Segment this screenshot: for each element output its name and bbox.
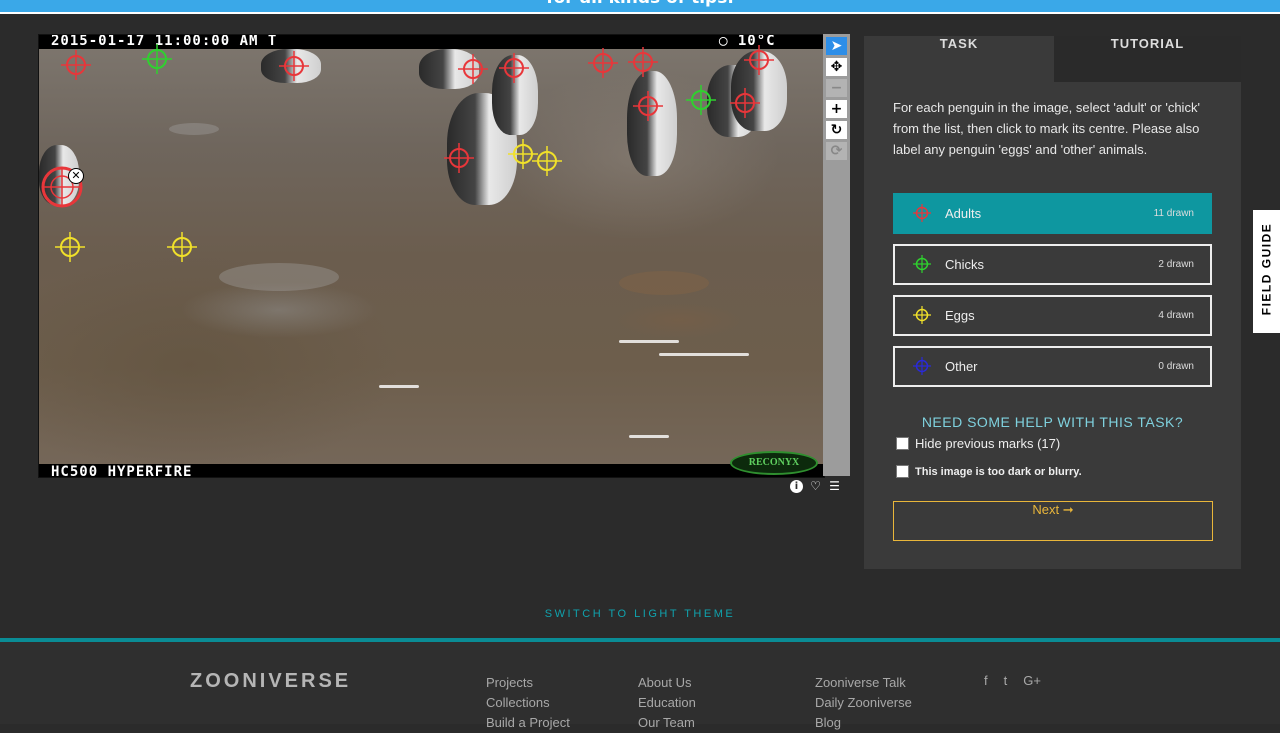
puddle [219, 263, 339, 291]
too-dark-checkbox[interactable] [896, 465, 909, 478]
favorite-icon[interactable]: ♡ [809, 479, 822, 493]
snow-patch [379, 385, 419, 388]
adult-mark[interactable] [633, 91, 663, 121]
collect-icon[interactable]: ☰ [828, 479, 841, 493]
camera-model: HC500 HYPERFIRE [51, 464, 193, 478]
egg-mark[interactable] [167, 232, 197, 262]
footer-link-build[interactable]: Build a Project [486, 713, 570, 733]
snow-patch [659, 353, 749, 356]
switch-theme-link[interactable]: SWITCH TO LIGHT THEME [0, 608, 1280, 620]
footer-link-about[interactable]: About Us [638, 673, 696, 693]
too-dark-label: This image is too dark or blurry. [915, 465, 1082, 478]
twitter-icon[interactable]: t [1004, 673, 1008, 688]
facebook-icon[interactable]: f [984, 673, 988, 688]
announcement-banner: for all kinds of tips. [0, 0, 1280, 14]
choice-eggs[interactable]: Eggs 4 drawn [893, 295, 1212, 336]
delete-mark-button[interactable]: ✕ [68, 168, 84, 184]
adult-mark[interactable] [61, 50, 91, 80]
choice-label: Chicks [945, 257, 985, 272]
choice-adults[interactable]: Adults 11 drawn [893, 193, 1212, 234]
footer-link-projects[interactable]: Projects [486, 673, 570, 693]
footer-col-projects: Projects Collections Build a Project [486, 673, 570, 733]
tab-task[interactable]: TASK [864, 36, 1054, 82]
choice-label: Other [945, 359, 978, 374]
adult-mark[interactable] [499, 53, 529, 83]
field-guide-button[interactable]: FIELD GUIDE [1253, 210, 1280, 333]
adult-mark[interactable] [730, 88, 760, 118]
hide-marks-checkbox[interactable] [896, 437, 909, 450]
choice-other[interactable]: Other 0 drawn [893, 346, 1212, 387]
crosshair-icon [913, 357, 931, 375]
crosshair-icon [913, 255, 931, 273]
adult-mark[interactable] [588, 48, 618, 78]
google-plus-icon[interactable]: G+ [1023, 673, 1041, 688]
chick-mark[interactable] [142, 44, 172, 74]
footer-link-team[interactable]: Our Team [638, 713, 696, 733]
footer-link-education[interactable]: Education [638, 693, 696, 713]
snow-patch [619, 340, 679, 343]
snow-patch [629, 435, 669, 438]
field-guide-label: FIELD GUIDE [1259, 222, 1274, 316]
task-instructions: For each penguin in the image, select 'a… [893, 100, 1200, 157]
puddle [619, 271, 709, 295]
banner-divider [0, 12, 1280, 14]
crosshair-icon [913, 204, 931, 222]
puddle [169, 123, 219, 135]
zoom-in-icon[interactable]: + [826, 100, 847, 118]
adult-mark[interactable] [279, 51, 309, 81]
adult-mark[interactable] [444, 143, 474, 173]
footer-link-blog[interactable]: Blog [815, 713, 912, 733]
help-link[interactable]: NEED SOME HELP WITH THIS TASK? [864, 414, 1241, 430]
info-icon[interactable]: i [790, 479, 803, 493]
hide-marks-label: Hide previous marks (17) [915, 436, 1061, 451]
adult-mark[interactable] [628, 47, 658, 77]
reset-view-icon[interactable]: ⟳ [826, 142, 847, 160]
choice-count: 0 drawn [1158, 361, 1194, 372]
banner-text: for all kinds of tips. [0, 0, 1280, 8]
choice-label: Adults [945, 206, 982, 221]
reconyx-logo: RECONYX [730, 451, 818, 475]
social-links: f t G+ [984, 673, 1041, 688]
choice-count: 11 drawn [1153, 208, 1194, 219]
footer-col-about: About Us Education Our Team [638, 673, 696, 733]
move-tool-icon[interactable]: ✥ [826, 58, 847, 76]
choice-count: 4 drawn [1158, 310, 1194, 321]
choice-chicks[interactable]: Chicks 2 drawn [893, 244, 1212, 285]
footer-col-talk: Zooniverse Talk Daily Zooniverse Blog [815, 673, 912, 733]
image-toolbar: ➤ ✥ − + ↻ ⟳ [823, 34, 850, 476]
task-panel: TASK TUTORIAL For each penguin in the im… [864, 36, 1241, 569]
rotate-icon[interactable]: ↻ [826, 121, 847, 139]
site-footer: ZOONIVERSE Projects Collections Build a … [0, 638, 1280, 730]
too-dark-row[interactable]: This image is too dark or blurry. [896, 465, 1082, 478]
egg-mark[interactable] [532, 146, 562, 176]
penguin [627, 71, 677, 176]
footer-link-talk[interactable]: Zooniverse Talk [815, 673, 912, 693]
choice-label: Eggs [945, 308, 975, 323]
footer-link-collections[interactable]: Collections [486, 693, 570, 713]
pointer-tool-icon[interactable]: ➤ [826, 37, 847, 55]
choice-count: 2 drawn [1158, 259, 1194, 270]
subject-image[interactable]: 2015-01-17 11:00:00 AM T ◯ 10°C HC500 HY… [38, 34, 825, 478]
crosshair-icon [913, 306, 931, 324]
tab-tutorial[interactable]: TUTORIAL [1054, 36, 1241, 82]
subject-meta-bar: i ♡ ☰ [790, 478, 841, 494]
adult-mark[interactable] [458, 54, 488, 84]
egg-mark[interactable] [55, 232, 85, 262]
footer-link-daily[interactable]: Daily Zooniverse [815, 693, 912, 713]
adult-mark[interactable] [744, 45, 774, 75]
next-button[interactable]: Next ➞ [893, 501, 1213, 541]
chick-mark[interactable] [686, 85, 716, 115]
task-tabs: TASK TUTORIAL [864, 36, 1241, 82]
zoom-out-icon[interactable]: − [826, 79, 847, 97]
hide-marks-row[interactable]: Hide previous marks (17) [896, 436, 1060, 451]
zooniverse-logo[interactable]: ZOONIVERSE [190, 670, 351, 693]
